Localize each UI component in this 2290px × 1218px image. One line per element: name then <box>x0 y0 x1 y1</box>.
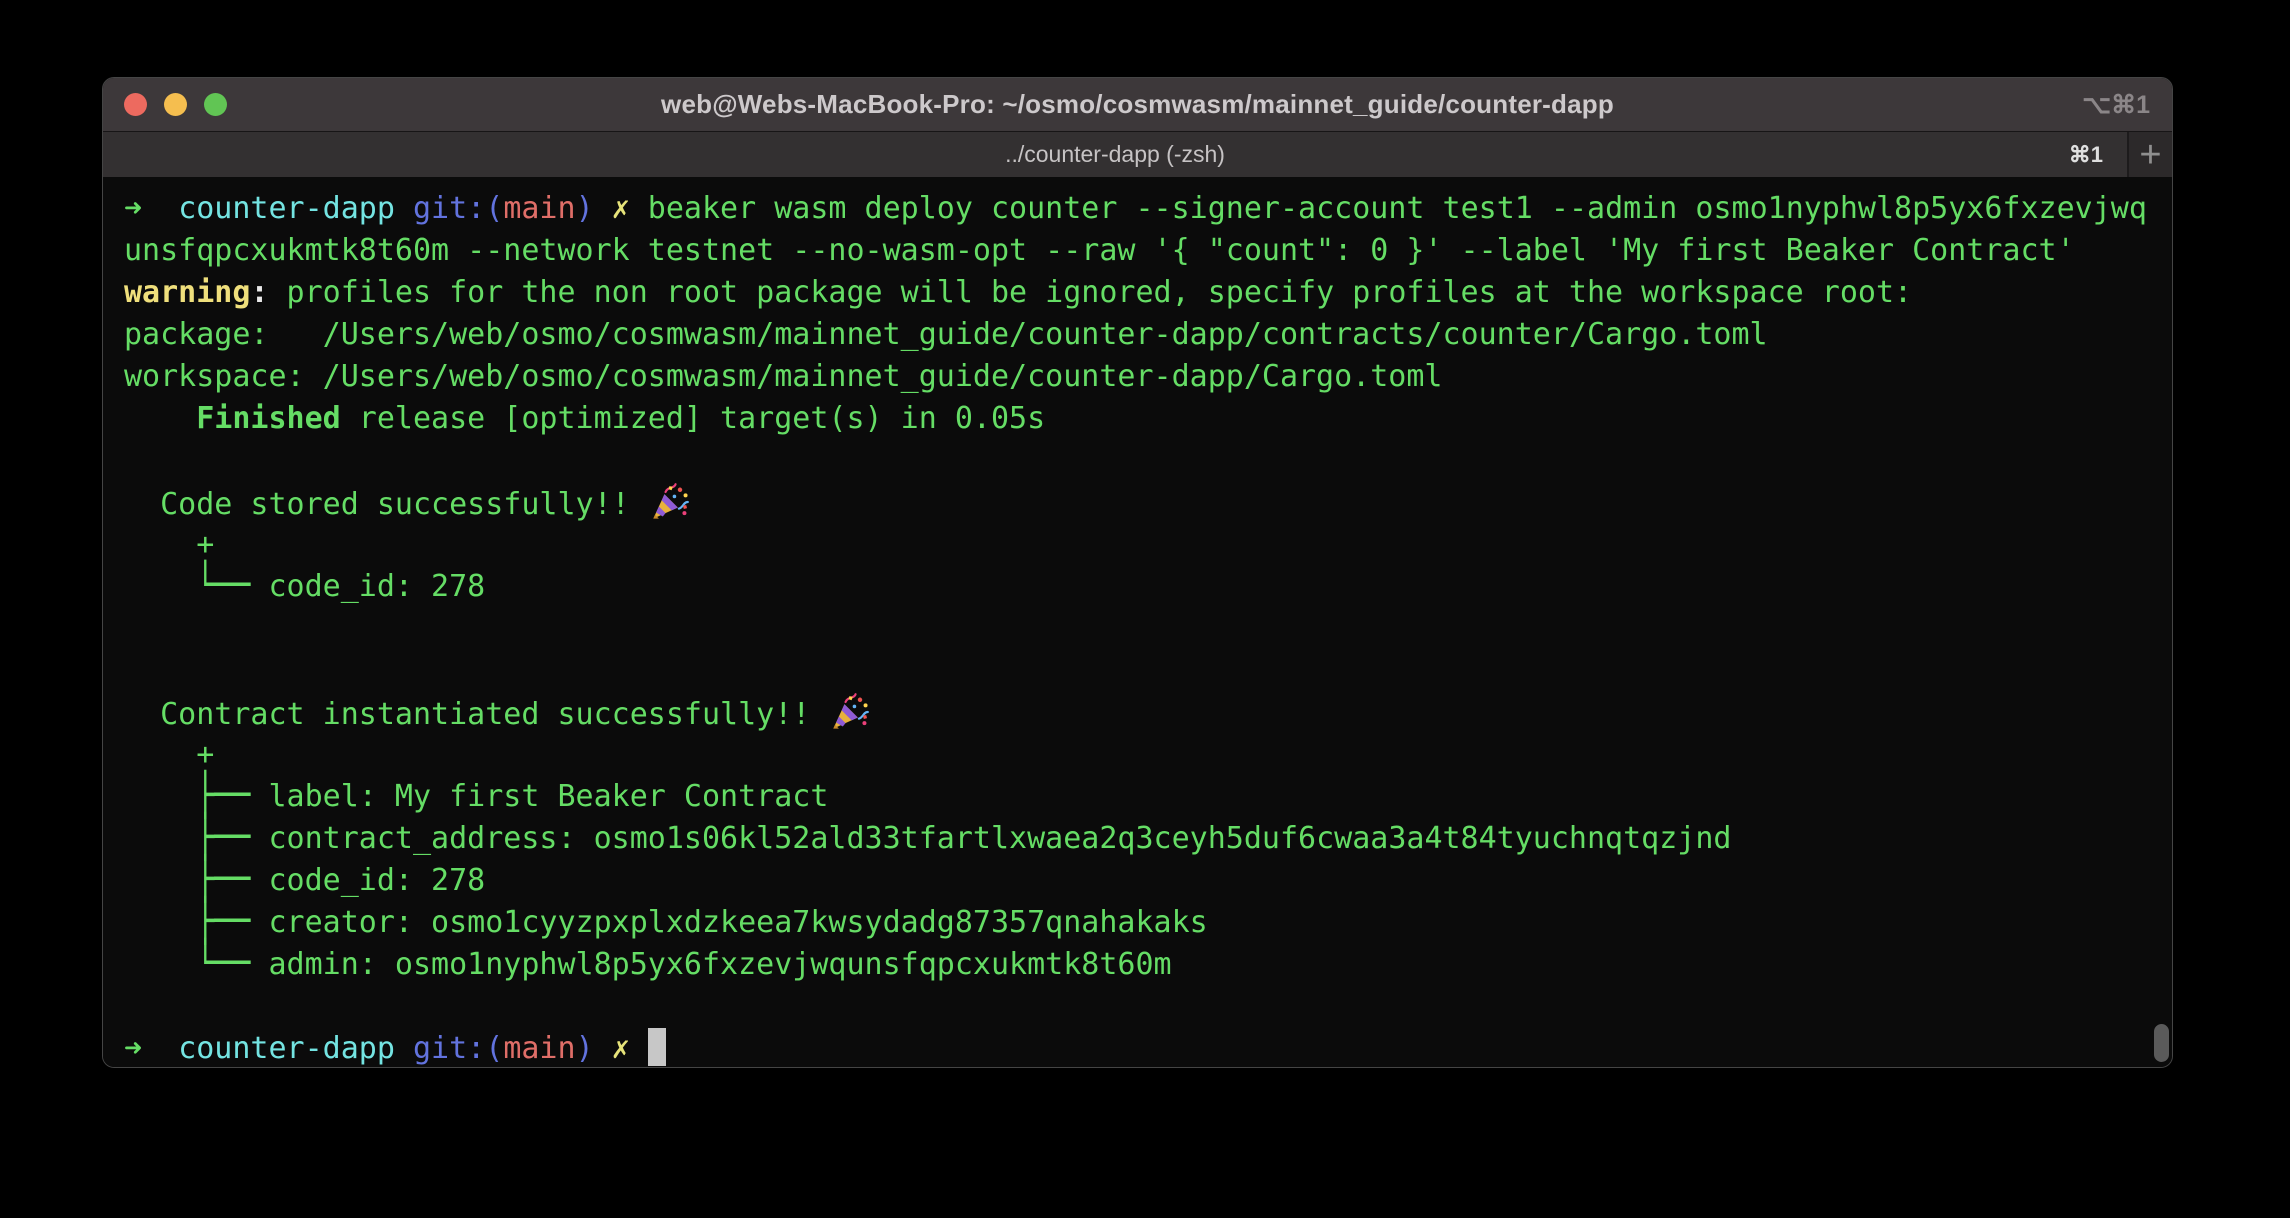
window-title: web@Webs-MacBook-Pro: ~/osmo/cosmwasm/ma… <box>661 89 1614 120</box>
terminal-line: ├── contract_address: osmo1s06kl52ald33t… <box>124 818 2172 860</box>
text-segment <box>142 1031 178 1066</box>
close-button[interactable] <box>124 93 147 116</box>
text-segment <box>594 191 612 226</box>
terminal-window: web@Webs-MacBook-Pro: ~/osmo/cosmwasm/ma… <box>102 77 2173 1068</box>
text-segment: admin: osmo1nyphwl8p5yx6fxzevjwqunsfqpcx… <box>269 947 1172 982</box>
terminal-line: ➜ counter-dapp git:(main) ✗ beaker wasm … <box>124 188 2172 230</box>
terminal-line: Contract instantiated successfully!! <box>124 692 2172 734</box>
text-segment: creator: osmo1cyyzpxplxdzkeea7kwsydadg87… <box>269 905 1208 940</box>
minimize-button[interactable] <box>164 93 187 116</box>
terminal-line <box>124 440 2172 482</box>
terminal-line: Code stored successfully!! <box>124 482 2172 524</box>
text-segment: counter-dapp <box>178 191 395 226</box>
text-segment: git:( <box>413 191 503 226</box>
text-segment: ➜ <box>124 191 142 226</box>
text-segment: counter-dapp <box>178 1031 395 1066</box>
terminal-line: package: /Users/web/osmo/cosmwasm/mainne… <box>124 314 2172 356</box>
terminal-line: + <box>124 524 2172 566</box>
text-segment: profiles for the non root package will b… <box>269 275 1913 310</box>
terminal-line: warning: profiles for the non root packa… <box>124 272 2172 314</box>
text-segment: └── <box>124 557 269 615</box>
text-segment: beaker wasm deploy counter --signer-acco… <box>630 191 2147 226</box>
text-segment: git:( <box>413 1031 503 1066</box>
text-segment <box>395 1031 413 1066</box>
terminal-line: ➜ counter-dapp git:(main) ✗ <box>124 1028 2172 1067</box>
terminal-line: + <box>124 734 2172 776</box>
text-segment <box>142 191 178 226</box>
terminal-line: ├── creator: osmo1cyyzpxplxdzkeea7kwsyda… <box>124 902 2172 944</box>
terminal-line: ├── label: My first Beaker Contract <box>124 776 2172 818</box>
terminal-line: workspace: /Users/web/osmo/cosmwasm/main… <box>124 356 2172 398</box>
text-segment: ➜ <box>124 1031 142 1066</box>
text-segment: contract_address: osmo1s06kl52ald33tfart… <box>269 821 1732 856</box>
text-segment: workspace: /Users/web/osmo/cosmwasm/main… <box>124 359 1443 394</box>
text-segment: Finished <box>196 401 341 436</box>
text-segment: ) <box>576 1031 594 1066</box>
text-segment: release [optimized] target(s) in 0.05s <box>341 401 1045 436</box>
zoom-button[interactable] <box>204 93 227 116</box>
cursor-block <box>648 1028 666 1066</box>
text-segment: warning <box>124 275 250 310</box>
text-segment: Code stored successfully!! <box>124 487 648 522</box>
text-segment: ✗ <box>612 191 630 226</box>
terminal-content[interactable]: ➜ counter-dapp git:(main) ✗ beaker wasm … <box>103 177 2172 1067</box>
tab-shortcut-badge: ⌘1 <box>2069 132 2103 177</box>
text-segment <box>594 1031 612 1066</box>
party-popper-emoji <box>650 482 690 522</box>
text-segment: package: /Users/web/osmo/cosmwasm/mainne… <box>124 317 1768 352</box>
desktop: { "window": { "title": "web@Webs-MacBook… <box>0 0 2290 1218</box>
terminal-line: └── admin: osmo1nyphwl8p5yx6fxzevjwqunsf… <box>124 944 2172 986</box>
text-segment: : <box>250 275 268 310</box>
text-segment: └── <box>124 935 269 993</box>
tab-bar: ../counter-dapp (-zsh) ⌘1 + <box>103 132 2172 177</box>
terminal-line <box>124 986 2172 1028</box>
text-segment: main <box>503 1031 575 1066</box>
terminal-line <box>124 650 2172 692</box>
terminal-line: ├── code_id: 278 <box>124 860 2172 902</box>
terminal-line <box>124 608 2172 650</box>
text-segment: ) <box>576 191 594 226</box>
window-titlebar[interactable]: web@Webs-MacBook-Pro: ~/osmo/cosmwasm/ma… <box>103 78 2172 132</box>
tab-title: ../counter-dapp (-zsh) <box>1005 141 1225 168</box>
terminal-line: Finished release [optimized] target(s) i… <box>124 398 2172 440</box>
window-shortcut-badge: ⌥⌘1 <box>2082 78 2150 131</box>
text-segment: code_id: 278 <box>269 863 486 898</box>
tab-counter-dapp[interactable]: ../counter-dapp (-zsh) ⌘1 <box>103 132 2127 177</box>
text-segment: label: My first Beaker Contract <box>269 779 829 814</box>
text-segment: code_id: 278 <box>269 569 486 604</box>
text-segment <box>395 191 413 226</box>
traffic-lights <box>124 78 227 131</box>
party-popper-emoji <box>830 692 870 732</box>
text-segment: Contract instantiated successfully!! <box>124 697 828 732</box>
terminal-line: └── code_id: 278 <box>124 566 2172 608</box>
scrollbar-thumb[interactable] <box>2154 1024 2169 1062</box>
text-segment <box>124 401 196 436</box>
text-segment: ✗ <box>612 1031 630 1066</box>
text-segment: main <box>503 191 575 226</box>
new-tab-button[interactable]: + <box>2129 132 2172 177</box>
text-segment <box>630 1031 648 1066</box>
text-segment: unsfqpcxukmtk8t60m --network testnet --n… <box>124 233 2075 268</box>
terminal-line: unsfqpcxukmtk8t60m --network testnet --n… <box>124 230 2172 272</box>
terminal-lines: ➜ counter-dapp git:(main) ✗ beaker wasm … <box>124 188 2172 1067</box>
